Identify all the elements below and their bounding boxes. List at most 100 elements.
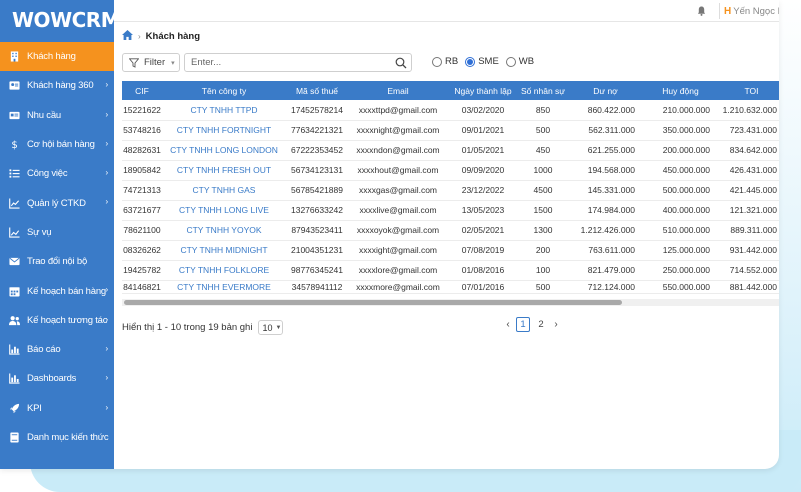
sidebar-item-bao-cao[interactable]: Báo cáo › (0, 335, 114, 364)
table-row[interactable]: 74721313 CTY TNHH GAS 56785421889 xxxxgas@g… (122, 180, 779, 201)
table-row[interactable]: 63721677 CTY TNHH LONG LIVE 13276633242 xxx… (122, 200, 779, 221)
chart-icon (8, 226, 20, 238)
radio-label: RB (445, 56, 459, 67)
table-cell: 400.000.000 (643, 200, 718, 221)
company-link[interactable]: CTY TNHH LONG LIVE (162, 200, 286, 221)
table-row[interactable]: 08326262 CTY TNHH MIDNIGHT 21004351231 xxxx… (122, 240, 779, 261)
sidebar-item-dashboards[interactable]: Dashboards › (0, 364, 114, 393)
dollar-icon: $ (8, 139, 20, 151)
column-header[interactable]: Dư nợ (568, 81, 643, 100)
table-cell: 500 (518, 120, 568, 141)
company-link[interactable]: CTY TNHH EVERMORE (162, 280, 286, 294)
users-icon (8, 314, 20, 326)
table-cell: xxxxoyok@gmail.com (348, 220, 448, 241)
column-header[interactable]: TOI (718, 81, 779, 100)
filter-button[interactable]: Filter ▾ (122, 53, 180, 72)
table-cell: 63721677 (122, 200, 162, 221)
table-cell: 18905842 (122, 160, 162, 181)
company-link[interactable]: CTY TNHH GAS (162, 180, 286, 201)
radio-sme[interactable]: SME (465, 56, 499, 67)
chevron-right-icon: › (105, 402, 109, 412)
company-link[interactable]: CTY TNHH FORTNIGHT (162, 120, 286, 141)
table-cell: 821.479.000 (568, 260, 643, 281)
search-icon[interactable] (395, 57, 407, 69)
column-header[interactable]: Ngày thành lập (448, 81, 518, 100)
pagination: ‹ 1 2 › (502, 317, 562, 332)
sidebar-item-kpi[interactable]: KPI › (0, 394, 114, 423)
sidebar-item-danh-muc-kien-thuc[interactable]: Danh mục kiến thức (0, 423, 114, 452)
table-cell: 621.255.000 (568, 140, 643, 161)
table-cell: xxxxight@gmail.com (348, 240, 448, 261)
sidebar-item-label: KPI (27, 402, 42, 414)
company-link[interactable]: CTY TNHH LONG LONDON (162, 140, 286, 161)
radio-circle[interactable] (465, 56, 476, 67)
table-cell: 74721313 (122, 180, 162, 201)
id-card-icon (8, 109, 20, 121)
chevron-right-icon: › (105, 168, 109, 178)
company-link[interactable]: CTY TNHH TTPD (162, 100, 286, 121)
scrollbar-thumb[interactable] (124, 300, 622, 305)
page-2-button[interactable]: 2 (534, 317, 548, 332)
dashboard-icon (8, 373, 20, 385)
chevron-right-icon[interactable]: › (550, 319, 562, 330)
column-header[interactable]: Tên công ty (162, 81, 286, 100)
column-header[interactable]: Huy động (643, 81, 718, 100)
table-row[interactable]: 78621100 CTY TNHH YOYOK 87943523411 xxxxoyo… (122, 220, 779, 241)
sidebar-item-label: Nhu cầu (27, 109, 61, 121)
task-list-icon (8, 168, 20, 180)
user-logo-icon: H (724, 5, 732, 17)
table-cell: 145.331.000 (568, 180, 643, 201)
table-cell: 1.212.426.000 (568, 220, 643, 241)
table-row[interactable]: 18905842 CTY TNHH FRESH OUT 56734123131 xxx… (122, 160, 779, 181)
radio-circle[interactable] (505, 56, 516, 67)
table-row[interactable]: 15221622 CTY TNHH TTPD 17452578214 xxxxttpd… (122, 100, 779, 121)
radio-circle[interactable] (432, 56, 442, 67)
company-link[interactable]: CTY TNHH FOLKLORE (162, 260, 286, 281)
radio-rb[interactable]: RB (432, 56, 458, 67)
home-icon[interactable] (122, 30, 133, 43)
column-header[interactable]: Số nhân sự (518, 81, 568, 100)
sidebar-nav: Khách hàng Khách hàng 360 › Nhu cầu › $ Cơ hội… (0, 42, 114, 452)
table-cell: 84146821 (122, 280, 162, 294)
table-row[interactable]: 19425782 CTY TNHH FOLKLORE 98776345241 xxxx… (122, 260, 779, 281)
sidebar-item-co-hoi-ban-hang[interactable]: $ Cơ hội bán hàng › (0, 130, 114, 159)
sidebar-item-ke-hoach-ban-hang[interactable]: Kế hoạch bán hàng › (0, 276, 114, 305)
sidebar-item-su-vu[interactable]: Sự vụ (0, 218, 114, 247)
table-cell: xxxxttpd@gmail.com (348, 100, 448, 121)
page-1-button[interactable]: 1 (516, 317, 530, 332)
sidebar-item-quan-ly-ctkd[interactable]: Quản lý CTKD › (0, 188, 114, 217)
sidebar-item-label: Báo cáo (27, 344, 61, 356)
table-cell: 500 (518, 280, 568, 294)
bell-icon[interactable] (697, 6, 706, 16)
company-link[interactable]: CTY TNHH YOYOK (162, 220, 286, 241)
table-row[interactable]: 53748216 CTY TNHH FORTNIGHT 77634221321 xxx… (122, 120, 779, 141)
sidebar-item-khach-hang[interactable]: Khách hàng (0, 42, 114, 72)
table-cell: 78621100 (122, 220, 162, 241)
page-size-select[interactable]: 10 ▼ (258, 320, 284, 335)
search-box (184, 53, 412, 72)
sidebar-item-ke-hoach-tuong-tac[interactable]: Kế hoạch tương tác › (0, 306, 114, 335)
table-cell: 08326262 (122, 240, 162, 261)
horizontal-scrollbar[interactable] (122, 299, 779, 306)
contact-card-icon (8, 80, 20, 92)
column-header[interactable]: Email (348, 81, 448, 100)
chevron-left-icon[interactable]: ‹ (502, 319, 514, 330)
user-menu[interactable]: H Yến Ngọc Ng (719, 3, 779, 19)
bar-chart-icon (8, 344, 20, 356)
book-icon (8, 432, 20, 444)
sidebar-item-nhu-cau[interactable]: Nhu cầu › (0, 101, 114, 130)
company-link[interactable]: CTY TNHH FRESH OUT (162, 160, 286, 181)
table-row[interactable]: 48282631 CTY TNHH LONG LONDON 67222353452 x… (122, 140, 779, 161)
company-link[interactable]: CTY TNHH MIDNIGHT (162, 240, 286, 261)
column-header[interactable]: Mã số thuế (286, 81, 348, 100)
sidebar-item-trao-doi-noi-bo[interactable]: Trao đổi nội bộ (0, 247, 114, 276)
svg-text:$: $ (11, 140, 17, 150)
sidebar-item-khach-hang-360[interactable]: Khách hàng 360 › (0, 71, 114, 100)
sidebar-item-cong-viec[interactable]: Công việc › (0, 159, 114, 188)
table-cell: 1000 (518, 160, 568, 181)
radio-wb[interactable]: WB (505, 56, 534, 67)
table-cell: 834.642.000 (718, 140, 779, 161)
column-header[interactable]: CIF (122, 81, 162, 100)
search-input[interactable] (185, 54, 385, 71)
table-row[interactable]: 84146821 CTY TNHH EVERMORE 34578941112 xxxx… (122, 280, 779, 294)
